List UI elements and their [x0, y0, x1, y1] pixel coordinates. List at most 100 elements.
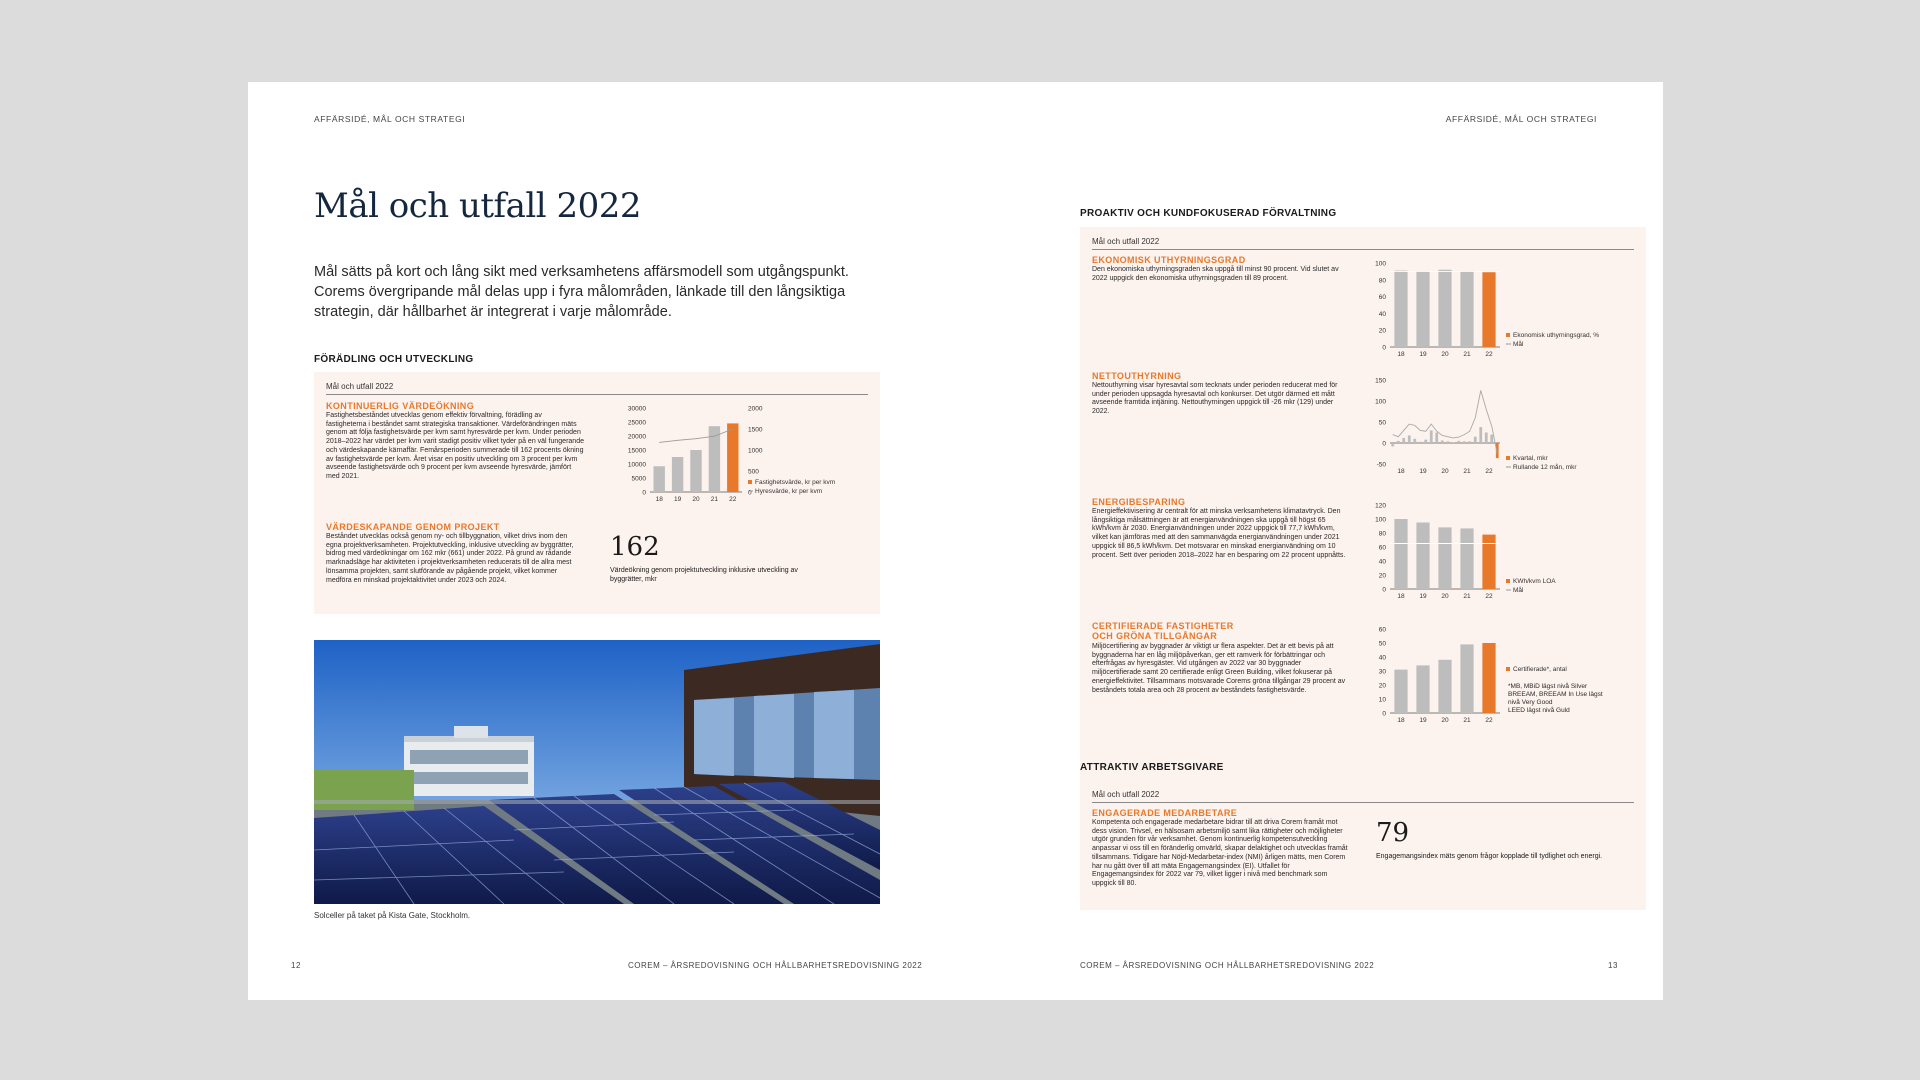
- panel-label: Mål och utfall 2022: [326, 382, 868, 395]
- y-tick-label: 30000: [628, 406, 646, 413]
- y2-tick-label: 1000: [748, 448, 763, 455]
- bar-certifierade: [1394, 669, 1408, 713]
- x-tick-label: 18: [1397, 468, 1405, 475]
- bar-fastighetsvarde: [671, 457, 684, 492]
- bar-kvartal: [1446, 441, 1450, 443]
- y-tick-label: 40: [1379, 655, 1387, 662]
- bar-uthyrningsgrad: [1416, 271, 1430, 347]
- x-tick-label: 18: [1397, 593, 1405, 600]
- y-tick-label: 0: [642, 490, 646, 497]
- x-tick-label: 19: [1419, 593, 1427, 600]
- bar-certifierade: [1438, 659, 1452, 713]
- bar-uthyrningsgrad: [1438, 269, 1452, 347]
- chart-nettouthyrning-group: 150 100 50 0 -50 18 19 20 21 22 Kvartal, mkrRullan…: [1375, 378, 1577, 476]
- y-tick-label: 15000: [628, 448, 646, 455]
- x-tick-label: 22: [1485, 717, 1493, 724]
- y-tick-label: 100: [1375, 261, 1386, 268]
- y-tick-label: 60: [1379, 545, 1387, 552]
- y-tick-label: 20: [1379, 573, 1387, 580]
- y-tick-label: 50: [1379, 420, 1387, 427]
- bar-energi: [1394, 519, 1408, 589]
- chart-fastighetsvarde-group: 30000 25000 20000 15000 10000 5000 0 18 19 20 21 22…: [628, 406, 835, 504]
- left-page: AFFÄRSIDÉ, MÅL OCH STRATEGI Mål och utfa…: [248, 82, 955, 1000]
- x-tick-label: 21: [1463, 351, 1471, 358]
- legend-label: Ekonomisk uthyrningsgrad, %: [1513, 332, 1599, 339]
- chart-nettouthyrning: 150 100 50 0 -50 18 19 20 21 22 Kvartal, mkrRullan…: [1375, 378, 1577, 476]
- bar-kvartal: [1424, 439, 1428, 443]
- section-heading-arbetsgivare: ATTRAKTIV ARBETSGIVARE: [1080, 762, 1224, 773]
- bar-kvartal: [1484, 432, 1488, 443]
- footer-right: COREM – ÅRSREDOVISNING OCH HÅLLBARHETSRE…: [1080, 961, 1375, 970]
- y-tick-label: 0: [1382, 711, 1386, 718]
- chart-uthyrningsgrad-group: 100 80 60 40 20 0 18 19 20 21 22 Ekonomisk uthyrnin…: [1375, 261, 1599, 359]
- x-tick-label: 22: [1485, 593, 1493, 600]
- bar-kvartal: [1490, 434, 1494, 443]
- heading-certifierade-line2: OCH GRÖNA TILLGÅNGAR: [1092, 631, 1218, 641]
- x-tick-label: 20: [1441, 351, 1449, 358]
- text-engagerade-medarbetare: Kompetenta och engagerade medarbetare bi…: [1092, 819, 1348, 887]
- bar-energi: [1416, 522, 1430, 589]
- big-number-79: 79: [1376, 818, 1410, 848]
- chart-energibesparing: 120 100 80 60 40 20 0 18 19 20 21 22 KWh/kvm LOAMål: [1375, 503, 1556, 601]
- text-certifierade-fastigheter: Miljöcertifiering av byggnader är viktig…: [1092, 643, 1346, 694]
- bar-certifierade: [1416, 665, 1430, 713]
- bar-kvartal: [1396, 440, 1400, 443]
- note-line-1: *MB, MBiD lägst nivå Silver: [1508, 683, 1588, 690]
- y-tick-label: 80: [1379, 277, 1387, 284]
- y-tick-label: 60: [1379, 627, 1387, 634]
- report-spread: AFFÄRSIDÉ, MÅL OCH STRATEGI Mål och utfa…: [248, 82, 1663, 1000]
- legend-label: KWh/kvm LOA: [1513, 578, 1556, 585]
- chart-energibesparing-group: 120 100 80 60 40 20 0 18 19 20 21 22 KWh/kvm LOAMål: [1375, 503, 1556, 601]
- x-tick-label: 19: [1419, 351, 1427, 358]
- x-tick-label: 18: [656, 496, 664, 503]
- bar-fastighetsvarde: [653, 466, 665, 492]
- line-rullande-12-man: [1392, 390, 1498, 455]
- panel-forvaltning: Mål och utfall 2022 EKONOMISK UTHYRNINGS…: [1080, 227, 1646, 827]
- x-tick-label: 18: [1397, 351, 1405, 358]
- bar-fastighetsvarde: [727, 423, 739, 492]
- photo-caption: Solceller på taket på Kista Gate, Stockh…: [314, 911, 471, 920]
- bar-fastighetsvarde: [690, 450, 702, 492]
- bar-kvartal: [1418, 441, 1422, 443]
- y-tick-label: 100: [1375, 517, 1386, 524]
- x-tick-label: 22: [729, 496, 737, 503]
- y-tick-label: 20: [1379, 683, 1387, 690]
- x-tick-label: 20: [1441, 593, 1449, 600]
- note-line-2: BREEAM, BREEAM In Use lägst: [1508, 691, 1603, 698]
- bar-kvartal: [1391, 443, 1395, 447]
- x-tick-label: 22: [1485, 351, 1493, 358]
- intro-paragraph: Mål sätts på kort och lång sikt med verk…: [314, 264, 849, 320]
- solar-panels-photo: [314, 640, 880, 904]
- bar-kvartal: [1468, 441, 1472, 443]
- x-tick-label: 18: [1397, 717, 1405, 724]
- y2-tick-label: 500: [748, 469, 759, 476]
- bar-kvartal: [1407, 435, 1411, 443]
- legend-swatch: [1506, 667, 1510, 671]
- legend-swatch: [1506, 579, 1510, 583]
- y-tick-label: 50: [1379, 641, 1387, 648]
- heading-energibesparing: ENERGIBESPARING: [1092, 497, 1186, 507]
- y-tick-label: 120: [1375, 503, 1386, 510]
- x-tick-label: 22: [1485, 468, 1493, 475]
- text-kontinuerlig-vardeokning: Fastighetsbeståndet utvecklas genom effe…: [326, 412, 584, 480]
- bar-kvartal: [1413, 438, 1417, 443]
- y2-tick-label: 2000: [748, 406, 763, 413]
- y-tick-label: 80: [1379, 531, 1387, 538]
- bar-kvartal: [1429, 430, 1433, 443]
- text-energibesparing: Energieffektivisering är centralt för at…: [1092, 508, 1346, 559]
- legend-swatch: [1506, 333, 1510, 337]
- bar-energi: [1438, 527, 1452, 589]
- legend-swatch: [748, 480, 752, 484]
- y-tick-label: 40: [1379, 559, 1387, 566]
- footer-left: COREM – ÅRSREDOVISNING OCH HÅLLBARHETSRE…: [628, 961, 923, 970]
- heading-certifierade-line1: CERTIFIERADE FASTIGHETER: [1092, 621, 1234, 631]
- panel-foradling: Mål och utfall 2022 KONTINUERLIG VÄRDEÖK…: [314, 372, 880, 614]
- heading-engagerade-medarbetare: ENGAGERADE MEDARBETARE: [1092, 808, 1238, 818]
- text-nettouthyrning: Nettouthyrning visar hyresavtal som teck…: [1092, 382, 1338, 416]
- x-tick-label: 19: [1419, 468, 1427, 475]
- panel-arbetsgivare: Mål och utfall 2022 ENGAGERADE MEDARBETA…: [1080, 780, 1646, 910]
- legend-label: Mål: [1513, 340, 1524, 348]
- bar-uthyrningsgrad: [1482, 272, 1496, 347]
- y-tick-label: 20: [1379, 328, 1387, 335]
- legend-swatch: [1506, 456, 1510, 460]
